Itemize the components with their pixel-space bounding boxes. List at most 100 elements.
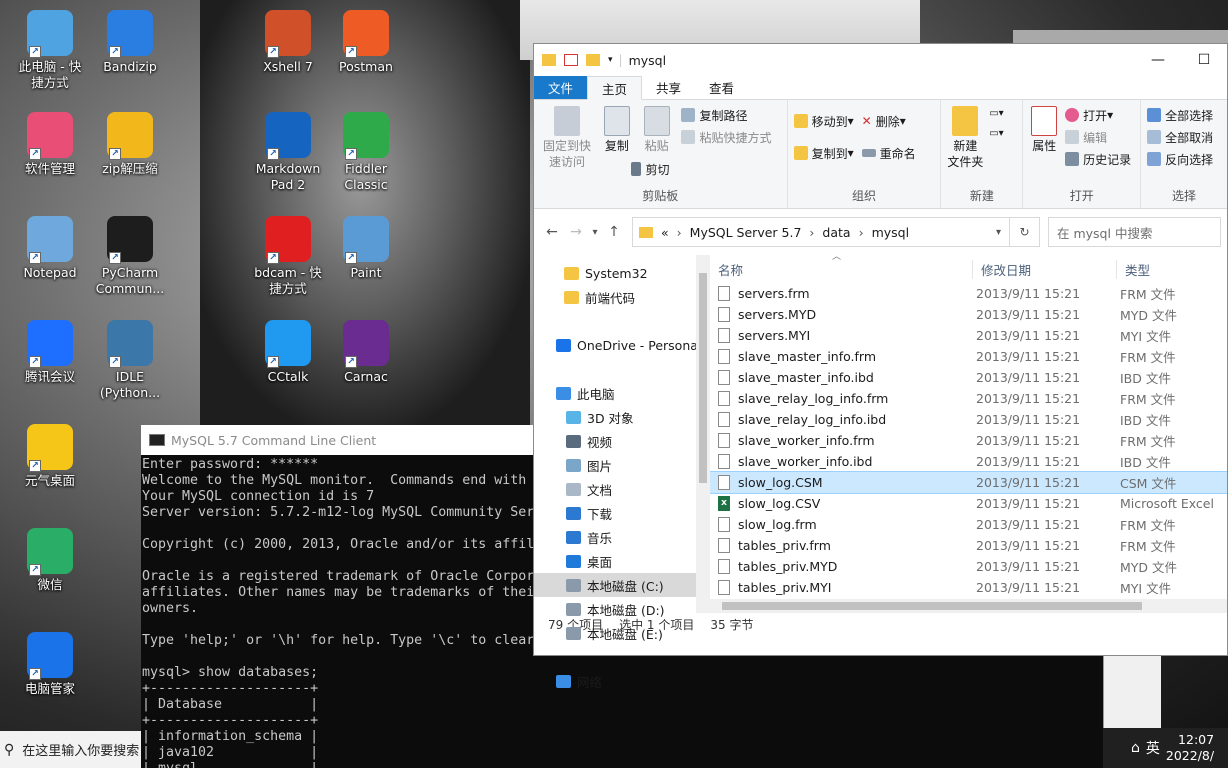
ime-indicator[interactable]: 英 xyxy=(1146,738,1160,758)
invert-selection-button[interactable]: 反向选择 xyxy=(1147,148,1221,170)
file-row[interactable]: x slow_log.CSV 2013/9/11 15:21 Microsoft Ex… xyxy=(710,493,1227,514)
explorer-titlebar[interactable]: ▾ | mysql — ☐ xyxy=(534,44,1227,76)
refresh-icon[interactable]: ↻ xyxy=(1010,217,1040,247)
nav-item[interactable]: 本地磁盘 (E:) xyxy=(534,621,696,645)
desktop-shortcut[interactable]: ↗ 腾讯会议 xyxy=(10,320,90,385)
cut-button[interactable]: 剪切 xyxy=(631,158,771,180)
nav-item[interactable]: 下载 xyxy=(534,501,696,525)
back-arrow-icon[interactable]: ← xyxy=(540,224,564,240)
desktop-shortcut[interactable]: ↗ IDLE (Python... xyxy=(90,320,170,401)
rename-button[interactable]: 重命名 xyxy=(861,142,916,164)
file-list-hscrollbar[interactable] xyxy=(710,599,1227,613)
copy-to-button[interactable]: 复制到 ▾ xyxy=(793,142,854,164)
desktop-shortcut[interactable]: ↗ 电脑管家 xyxy=(10,632,90,697)
select-all-button[interactable]: 全部选择 xyxy=(1147,104,1221,126)
desktop-shortcut[interactable]: ↗ Markdown Pad 2 xyxy=(248,112,328,193)
desktop-shortcut[interactable]: ↗ Postman xyxy=(326,10,406,75)
paste-button[interactable]: 粘贴 xyxy=(640,104,674,154)
file-row[interactable]: tables_priv.frm 2013/9/11 15:21 FRM 文件 xyxy=(710,535,1227,556)
copy-button[interactable]: 复制 xyxy=(600,104,634,154)
desktop-shortcut[interactable]: ↗ 元气桌面 xyxy=(10,424,90,489)
nav-item[interactable]: 图片 xyxy=(534,453,696,477)
new-item-button[interactable]: ▭▾ xyxy=(989,104,1003,124)
nav-item[interactable]: OneDrive - Persona xyxy=(534,333,698,357)
desktop-shortcut[interactable]: ↗ CCtalk xyxy=(248,320,328,385)
desktop-shortcut[interactable]: ↗ Fiddler Classic xyxy=(326,112,406,193)
select-none-button[interactable]: 全部取消 xyxy=(1147,126,1221,148)
paste-shortcut-button[interactable]: 粘贴快捷方式 xyxy=(681,126,772,148)
desktop-shortcut[interactable]: ↗ 此电脑 - 快 捷方式 xyxy=(10,10,90,91)
desktop-shortcut[interactable]: ↗ 软件管理 xyxy=(10,112,90,177)
taskbar-search-box[interactable]: ⚲ 在这里输入你要搜索 xyxy=(0,731,141,768)
desktop-shortcut[interactable]: ↗ PyCharm Commun... xyxy=(90,216,170,297)
nav-item[interactable]: 本地磁盘 (D:) xyxy=(534,597,696,621)
column-name[interactable]: 名称 xyxy=(710,260,972,279)
pin-quick-access-button[interactable]: 固定到快 速访问 xyxy=(540,104,594,170)
nav-item[interactable]: System32 xyxy=(534,261,696,285)
nav-item[interactable]: 视频 xyxy=(534,429,696,453)
desktop-shortcut[interactable]: ↗ bdcam - 快 捷方式 xyxy=(248,216,328,297)
network-tray-icon[interactable]: ⌂ xyxy=(1131,740,1140,756)
nav-scrollbar-thumb[interactable] xyxy=(699,273,707,483)
delete-button[interactable]: ✕ 删除 ▾ xyxy=(862,110,916,132)
forward-arrow-icon[interactable]: → xyxy=(564,224,588,240)
desktop-shortcut[interactable]: ↗ Paint xyxy=(326,216,406,281)
desktop-shortcut[interactable]: ↗ Notepad xyxy=(10,216,90,281)
address-dropdown-icon[interactable]: ▾ xyxy=(996,227,1001,238)
breadcrumb-mysql-server[interactable]: MySQL Server 5.7 xyxy=(690,225,802,240)
copy-path-button[interactable]: 复制路径 xyxy=(681,104,771,126)
open-button[interactable]: 打开 ▾ xyxy=(1065,104,1131,126)
desktop-shortcut[interactable]: ↗ Xshell 7 xyxy=(248,10,328,75)
properties-quick-icon[interactable] xyxy=(564,54,578,66)
minimize-button[interactable]: — xyxy=(1135,44,1181,76)
history-button[interactable]: 历史记录 xyxy=(1065,148,1131,170)
nav-item[interactable]: 此电脑 xyxy=(534,381,696,405)
file-row[interactable]: servers.MYD 2013/9/11 15:21 MYD 文件 xyxy=(710,304,1227,325)
address-bar[interactable]: « › MySQL Server 5.7 › data › mysql ▾ xyxy=(632,217,1010,247)
nav-item[interactable]: 文档 xyxy=(534,477,696,501)
new-folder-quick-icon[interactable] xyxy=(586,54,600,66)
nav-item[interactable]: 本地磁盘 (C:) xyxy=(534,573,696,597)
recent-dropdown-icon[interactable]: ▾ xyxy=(588,227,602,238)
column-modified-date[interactable]: 修改日期 xyxy=(972,259,1116,279)
file-row[interactable]: slave_relay_log_info.ibd 2013/9/11 15:21 I… xyxy=(710,409,1227,430)
clock[interactable]: 12:07 2022/8/ xyxy=(1166,732,1214,764)
search-input[interactable]: 在 mysql 中搜索 xyxy=(1048,217,1221,247)
column-type[interactable]: 类型 xyxy=(1116,259,1150,279)
tab-view[interactable]: 查看 xyxy=(695,76,748,99)
tab-share[interactable]: 共享 xyxy=(642,76,695,99)
desktop-shortcut[interactable]: ↗ zip解压缩 xyxy=(90,112,170,177)
breadcrumb-overflow[interactable]: « xyxy=(661,225,669,240)
new-folder-button[interactable]: 新建 文件夹 xyxy=(947,104,983,170)
desktop-shortcut[interactable]: ↗ Carnac xyxy=(326,320,406,385)
file-row[interactable]: tables_priv.MYI 2013/9/11 15:21 MYI 文件 xyxy=(710,577,1227,598)
file-row[interactable]: slave_relay_log_info.frm 2013/9/11 15:21 F… xyxy=(710,388,1227,409)
file-row[interactable]: slave_master_info.ibd 2013/9/11 15:21 IBD … xyxy=(710,367,1227,388)
nav-item[interactable]: 3D 对象 xyxy=(534,405,696,429)
file-row[interactable]: slow_log.CSM 2013/9/11 15:21 CSM 文件 xyxy=(710,471,1227,494)
hscrollbar-thumb[interactable] xyxy=(722,602,1142,610)
breadcrumb-mysql[interactable]: mysql xyxy=(872,225,910,240)
nav-item[interactable]: 前端代码 xyxy=(534,285,696,309)
file-row[interactable]: slave_master_info.frm 2013/9/11 15:21 FRM … xyxy=(710,346,1227,367)
up-arrow-icon[interactable]: ↑ xyxy=(602,224,626,240)
breadcrumb-data[interactable]: data xyxy=(822,225,850,240)
tab-file[interactable]: 文件 xyxy=(534,76,588,99)
desktop-shortcut[interactable]: ↗ Bandizip xyxy=(90,10,170,75)
desktop-shortcut[interactable]: ↗ 微信 xyxy=(10,528,90,593)
tab-home[interactable]: 主页 xyxy=(587,76,643,100)
edit-button[interactable]: 编辑 xyxy=(1065,126,1131,148)
nav-item[interactable]: 桌面 xyxy=(534,549,696,573)
navigation-pane[interactable]: System32 前端代码 OneDrive - Persona 此电脑 3D 对象 视频… xyxy=(534,255,710,690)
file-row[interactable]: slow_log.frm 2013/9/11 15:21 FRM 文件 xyxy=(710,514,1227,535)
file-row[interactable]: servers.frm 2013/9/11 15:21 FRM 文件 xyxy=(710,283,1227,304)
file-row[interactable]: tables_priv.MYD 2013/9/11 15:21 MYD 文件 xyxy=(710,556,1227,577)
file-list[interactable]: ︿ 名称 修改日期 类型 servers.frm 2013/9/11 15:21 F… xyxy=(710,255,1227,613)
file-row[interactable]: slave_worker_info.ibd 2013/9/11 15:21 IBD … xyxy=(710,451,1227,472)
nav-item[interactable]: 网络 xyxy=(534,669,696,693)
file-row[interactable]: slave_worker_info.frm 2013/9/11 15:21 FRM … xyxy=(710,430,1227,451)
nav-item[interactable]: 音乐 xyxy=(534,525,696,549)
nav-scrollbar[interactable] xyxy=(696,255,710,613)
easy-access-button[interactable]: ▭▾ xyxy=(989,124,1003,144)
quick-access-dropdown-icon[interactable]: ▾ xyxy=(608,55,613,65)
